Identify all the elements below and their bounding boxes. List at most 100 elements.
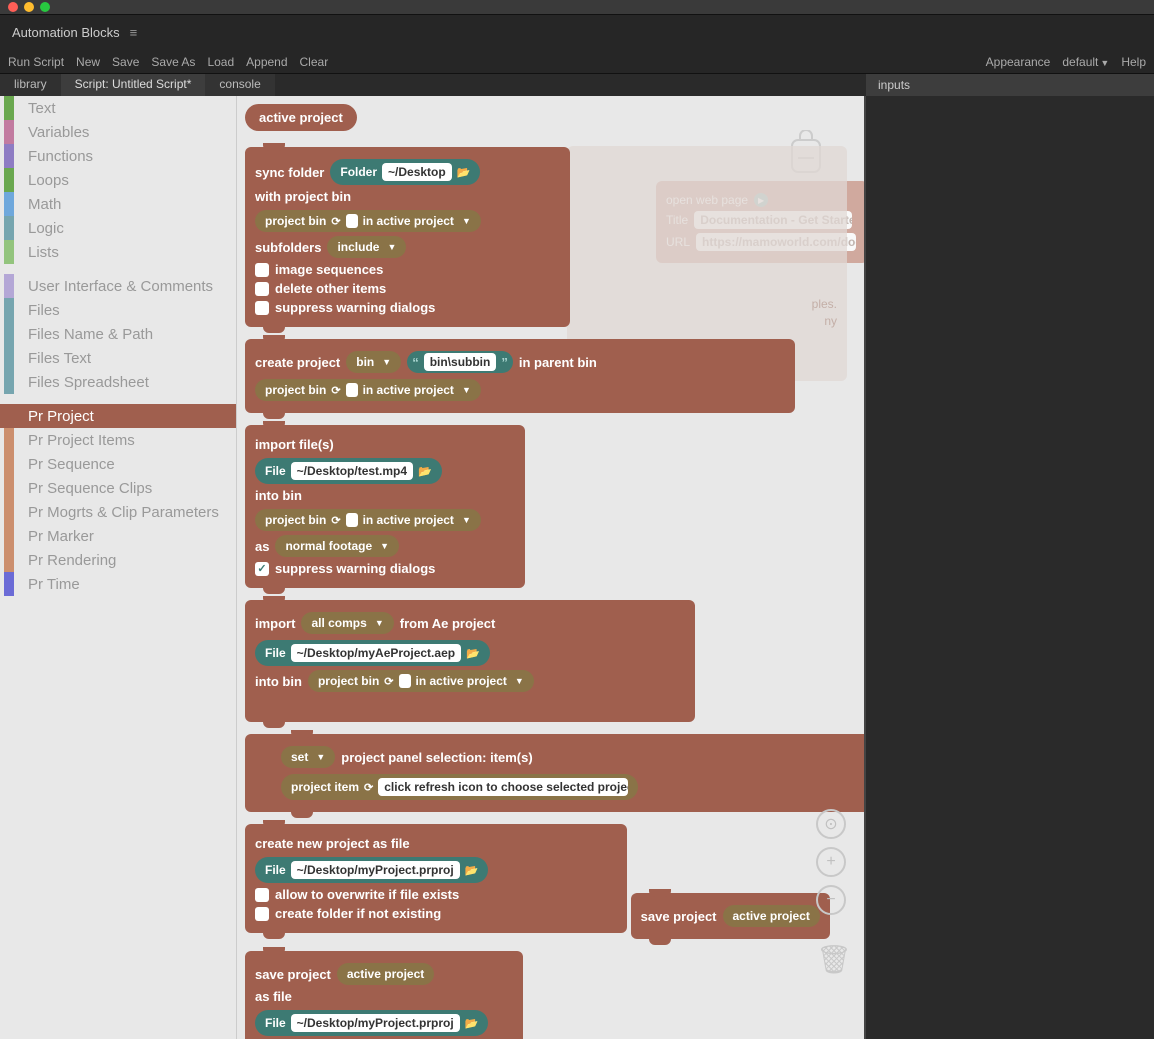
active-project-block[interactable]: active project <box>245 104 357 131</box>
append-button[interactable]: Append <box>246 55 287 69</box>
project-item-chip[interactable]: project item ⟳ click refresh icon to cho… <box>281 774 638 800</box>
save-file-chip[interactable]: File ~/Desktop/myProject.prproj 📂 <box>255 1010 488 1036</box>
folder-path[interactable]: ~/Desktop <box>382 163 452 181</box>
tab-console[interactable]: console <box>205 74 274 96</box>
sidebar-item-functions[interactable]: Functions <box>0 144 236 168</box>
sidebar-item-files-spreadsheet[interactable]: Files Spreadsheet <box>0 370 236 394</box>
minimize-window-button[interactable] <box>24 2 34 12</box>
folder-icon[interactable]: 📂 <box>457 166 471 179</box>
import-ae-block[interactable]: import all comps▼ from Ae project File ~… <box>245 600 695 722</box>
sidebar-item-pr-sequence-clips[interactable]: Pr Sequence Clips <box>0 476 236 500</box>
panel-menu-icon[interactable]: ≡ <box>130 25 138 40</box>
folder-icon[interactable]: 📂 <box>466 647 480 660</box>
sidebar-item-pr-sequence[interactable]: Pr Sequence <box>0 452 236 476</box>
ae-file-chip[interactable]: File ~/Desktop/myAeProject.aep 📂 <box>255 640 490 666</box>
ae-file-label: File <box>265 646 286 660</box>
import-bin-slot[interactable] <box>346 513 358 527</box>
refresh-icon[interactable]: ⟳ <box>331 514 340 527</box>
import-bin-chip[interactable]: project bin ⟳ in active project▼ <box>255 509 481 531</box>
zoom-in-button[interactable]: + <box>816 847 846 877</box>
sidebar-item-pr-marker[interactable]: Pr Marker <box>0 524 236 548</box>
sidebar-item-pr-project-items[interactable]: Pr Project Items <box>0 428 236 452</box>
import-file-chip[interactable]: File ~/Desktop/test.mp4 📂 <box>255 458 442 484</box>
help-button[interactable]: Help <box>1121 55 1146 69</box>
sidebar-item-logic[interactable]: Logic <box>0 216 236 240</box>
sidebar-item-pr-time[interactable]: Pr Time <box>0 572 236 596</box>
sidebar-item-files-text[interactable]: Files Text <box>0 346 236 370</box>
folder-icon[interactable]: 📂 <box>465 864 479 877</box>
sidebar-item-user-interface-comments[interactable]: User Interface & Comments <box>0 274 236 298</box>
trash-icon[interactable]: 🗑 <box>816 943 846 979</box>
subfolders-mode[interactable]: include▼ <box>327 236 406 258</box>
folder-icon[interactable]: 📂 <box>465 1017 479 1030</box>
sidebar-item-label: Pr Marker <box>28 528 94 545</box>
sidebar-item-pr-project[interactable]: Pr Project <box>0 404 236 428</box>
sidebar-item-variables[interactable]: Variables <box>0 120 236 144</box>
create-bin-block[interactable]: create project bin▼ “bin\subbin” in pare… <box>245 339 795 413</box>
ae-file-path[interactable]: ~/Desktop/myAeProject.aep <box>291 644 461 662</box>
set-chip[interactable]: set▼ <box>281 746 335 768</box>
sidebar-item-loops[interactable]: Loops <box>0 168 236 192</box>
center-button[interactable]: ⊙ <box>816 809 846 839</box>
set-selection-block[interactable]: set▼ project panel selection: item(s) pr… <box>245 734 864 812</box>
block-canvas[interactable]: open web page ▶ Title Documentation - Ge… <box>236 96 864 1039</box>
tab-script[interactable]: Script: Untitled Script* <box>61 74 206 96</box>
sidebar-item-pr-rendering[interactable]: Pr Rendering <box>0 548 236 572</box>
image-sequences-checkbox[interactable] <box>255 263 269 277</box>
refresh-icon[interactable]: ⟳ <box>364 781 373 794</box>
sidebar-item-lists[interactable]: Lists <box>0 240 236 264</box>
file-path-value[interactable]: ~/Desktop/test.mp4 <box>291 462 413 480</box>
refresh-icon[interactable]: ⟳ <box>331 215 340 228</box>
sidebar-item-pr-mogrts-clip-parameters[interactable]: Pr Mogrts & Clip Parameters <box>0 500 236 524</box>
save-button[interactable]: Save <box>112 55 139 69</box>
run-script-button[interactable]: Run Script <box>8 55 64 69</box>
active-project-value-1: active project <box>733 909 810 923</box>
import-file-block[interactable]: import file(s) File ~/Desktop/test.mp4 📂… <box>245 425 525 588</box>
close-window-button[interactable] <box>8 2 18 12</box>
maximize-window-button[interactable] <box>40 2 50 12</box>
clear-button[interactable]: Clear <box>300 55 329 69</box>
active-project-chip-2[interactable]: active project <box>337 963 434 985</box>
create-bin-mode[interactable]: bin▼ <box>346 351 401 373</box>
create-project-block[interactable]: create new project as file File ~/Deskto… <box>245 824 627 933</box>
sidebar-item-math[interactable]: Math <box>0 192 236 216</box>
new-button[interactable]: New <box>76 55 100 69</box>
bin-path-value[interactable]: bin\subbin <box>424 353 497 371</box>
save-project-block-2[interactable]: save project active project as file File… <box>245 951 523 1039</box>
theme-dropdown[interactable]: default▼ <box>1062 55 1109 69</box>
suppress-warnings-checkbox[interactable] <box>255 301 269 315</box>
folder-chip[interactable]: Folder ~/Desktop 📂 <box>330 159 480 185</box>
create-project-file-chip[interactable]: File ~/Desktop/myProject.prproj 📂 <box>255 857 488 883</box>
tab-library[interactable]: library <box>0 74 61 96</box>
tab-inputs[interactable]: inputs <box>866 75 926 95</box>
import-ae-mode[interactable]: all comps▼ <box>301 612 393 634</box>
parent-bin-slot[interactable] <box>346 383 358 397</box>
bin-path-chip[interactable]: “bin\subbin” <box>407 351 513 373</box>
as-mode-chip[interactable]: normal footage▼ <box>275 535 399 557</box>
save-as-button[interactable]: Save As <box>151 55 195 69</box>
active-project-chip-1[interactable]: active project <box>723 905 820 927</box>
save-file-path[interactable]: ~/Desktop/myProject.prproj <box>291 1014 460 1032</box>
appearance-label[interactable]: Appearance <box>986 55 1051 69</box>
folder-icon[interactable]: 📂 <box>418 465 432 478</box>
zoom-out-button[interactable]: − <box>816 885 846 915</box>
overwrite-checkbox[interactable] <box>255 888 269 902</box>
sync-folder-block[interactable]: sync folder Folder ~/Desktop 📂 with proj… <box>245 147 570 327</box>
project-item-hint[interactable]: click refresh icon to choose selected pr… <box>378 778 628 796</box>
refresh-icon[interactable]: ⟳ <box>384 675 393 688</box>
project-bin-chip[interactable]: project bin ⟳ in active project▼ <box>255 210 481 232</box>
sidebar-item-files[interactable]: Files <box>0 298 236 322</box>
parent-bin-chip[interactable]: project bin ⟳ in active project▼ <box>255 379 481 401</box>
suppress-checkbox-2[interactable]: ✓ <box>255 562 269 576</box>
ae-bin-chip[interactable]: project bin ⟳ in active project▼ <box>308 670 534 692</box>
cp-file-path[interactable]: ~/Desktop/myProject.prproj <box>291 861 460 879</box>
refresh-icon[interactable]: ⟳ <box>331 384 340 397</box>
sidebar-item-files-name-path[interactable]: Files Name & Path <box>0 322 236 346</box>
save-project-block-1[interactable]: save project active project <box>631 893 830 939</box>
load-button[interactable]: Load <box>207 55 234 69</box>
bin-path-slot[interactable] <box>346 214 358 228</box>
create-folder-checkbox[interactable] <box>255 907 269 921</box>
delete-other-checkbox[interactable] <box>255 282 269 296</box>
ae-bin-slot[interactable] <box>399 674 411 688</box>
sidebar-item-text[interactable]: Text <box>0 96 236 120</box>
